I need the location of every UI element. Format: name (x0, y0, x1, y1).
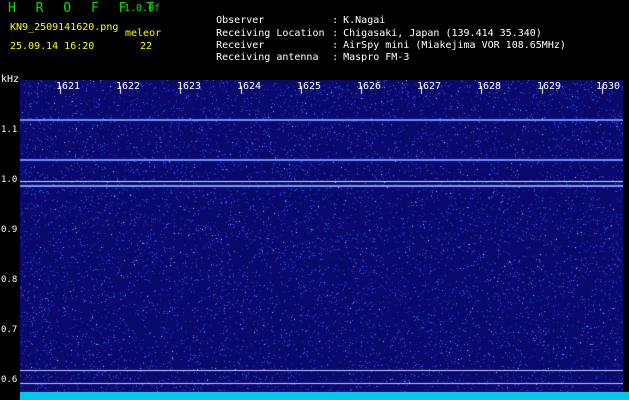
station-info: Observer: K.Nagai Receiving Location: Chig… (180, 3, 566, 63)
info-label: Observer (216, 15, 265, 27)
info-separator: : (332, 15, 339, 27)
x-tick-label: 1628 (477, 81, 502, 92)
y-tick-label: 0.6 (1, 375, 18, 385)
info-observer: Observer: K.Nagai (180, 3, 566, 26)
info-value: AirSpy mini (Miakejima VOR 108.65MHz) (343, 39, 566, 51)
app-version: 1.0.0f (124, 3, 161, 14)
info-label: Receiving antenna (216, 52, 319, 64)
header-panel: H R O F F T 1.0.0f KN9_2509141620.png me… (0, 0, 629, 73)
info-value: Maspro FM-3 (343, 52, 410, 64)
info-value: K.Nagai (343, 15, 386, 27)
y-tick-label: 1.0 (1, 175, 18, 185)
capture-datetime: 25.09.14 16:20 (10, 41, 95, 52)
info-label: Receiver (216, 39, 265, 51)
x-tick-label: 1621 (56, 81, 81, 92)
x-tick-label: 1626 (357, 81, 382, 92)
x-tick-label: 1630 (596, 81, 621, 92)
y-tick-label: 0.9 (1, 225, 18, 235)
x-tick-label: 1627 (417, 81, 442, 92)
info-label: Receiving Location (216, 27, 325, 39)
signal-level-bar (20, 392, 629, 400)
y-tick-label: 0.8 (1, 275, 18, 285)
info-separator: : (332, 39, 339, 51)
y-axis-unit: kHz (1, 74, 20, 85)
x-tick-label: 1629 (537, 81, 562, 92)
spectrogram-canvas (20, 80, 623, 398)
info-separator: : (332, 52, 339, 64)
x-tick-label: 1623 (177, 81, 202, 92)
info-separator: : (332, 27, 339, 39)
x-tick-label: 1622 (116, 81, 141, 92)
meteor-count: 22 (140, 41, 153, 52)
y-tick-label: 0.7 (1, 325, 18, 335)
x-tick-label: 1625 (297, 81, 322, 92)
station-label: meleor (125, 28, 162, 39)
y-tick-label: 1.1 (1, 125, 18, 135)
file-name: KN9_2509141620.png (10, 22, 119, 33)
info-value: Chigasaki, Japan (139.414 35.340) (343, 27, 542, 39)
x-tick-label: 1624 (237, 81, 262, 92)
